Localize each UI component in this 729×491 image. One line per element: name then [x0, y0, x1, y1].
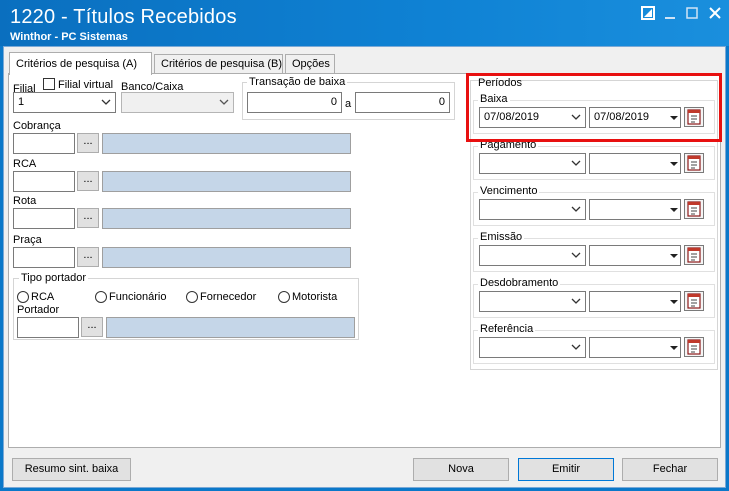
emitir-button[interactable]: Emitir	[518, 458, 614, 481]
rca-search-button[interactable]: ...	[77, 171, 99, 191]
calendar-icon[interactable]	[684, 245, 704, 265]
calendar-icon[interactable]	[684, 291, 704, 311]
periodo-referencia-label: Referência	[478, 323, 536, 335]
periodo-emissao-label: Emissão	[478, 231, 525, 243]
title-bar: 1220 - Títulos Recebidos Winthor - PC Si…	[0, 0, 729, 46]
periodo-pagamento-from[interactable]	[479, 153, 586, 174]
calendar-icon[interactable]	[684, 337, 704, 357]
tipo-portador-label: Tipo portador	[19, 272, 89, 284]
rota-code-input[interactable]	[13, 208, 75, 229]
tab-criterios-b[interactable]: Critérios de pesquisa (B)	[154, 54, 283, 74]
cobranca-label: Cobrança	[13, 120, 61, 132]
filial-virtual-label: Filial virtual	[58, 79, 114, 91]
portador-search-button[interactable]: ...	[81, 317, 103, 337]
chevron-down-icon	[571, 344, 581, 350]
cobranca-description	[102, 133, 351, 154]
radio-fornecedor[interactable]	[186, 291, 198, 303]
calendar-icon[interactable]	[684, 199, 704, 219]
portador-description	[106, 317, 355, 338]
chevron-down-icon	[571, 298, 581, 304]
periodo-desdobramento-label: Desdobramento	[478, 277, 561, 289]
praca-label: Praça	[13, 234, 42, 246]
filial-select[interactable]: 1	[13, 92, 116, 113]
app-window: 1220 - Títulos Recebidos Winthor - PC Si…	[0, 0, 729, 491]
portador-code-input[interactable]	[17, 317, 79, 338]
radio-rca-label: RCA	[31, 291, 55, 303]
rca-description	[102, 171, 351, 192]
transacao-label: Transação de baixa	[247, 76, 348, 88]
transacao-from-input[interactable]: 0	[247, 92, 342, 113]
filial-virtual-checkbox[interactable]	[43, 78, 55, 90]
tab-opcoes[interactable]: Opções	[285, 54, 335, 74]
tab-page: Filial Filial virtual 1 Banco/Caixa Tran…	[8, 73, 722, 448]
resumo-sint-baixa-button[interactable]: Resumo sint. baixa	[12, 458, 131, 481]
window-subtitle: Winthor - PC Sistemas	[10, 31, 128, 43]
banco-caixa-select[interactable]	[121, 92, 234, 113]
minimize-icon[interactable]	[661, 6, 679, 24]
praca-search-button[interactable]: ...	[77, 247, 99, 267]
praca-description	[102, 247, 351, 268]
periodo-emissao-dropdown-icon[interactable]	[668, 246, 680, 266]
portador-label: Portador	[17, 304, 60, 316]
chevron-down-icon	[101, 99, 111, 105]
client-area: Critérios de pesquisa (A) Critérios de p…	[3, 46, 726, 488]
rca-label: RCA	[13, 158, 37, 170]
radio-funcionario[interactable]	[95, 291, 107, 303]
rca-code-input[interactable]	[13, 171, 75, 192]
fechar-button[interactable]: Fechar	[622, 458, 718, 481]
radio-motorista[interactable]	[278, 291, 290, 303]
transacao-to-input[interactable]: 0	[355, 92, 450, 113]
close-icon[interactable]	[706, 6, 724, 24]
periodo-desdobramento-dropdown-icon[interactable]	[668, 292, 680, 312]
cobranca-search-button[interactable]: ...	[77, 133, 99, 153]
nova-button[interactable]: Nova	[413, 458, 509, 481]
cobranca-code-input[interactable]	[13, 133, 75, 154]
chevron-down-icon	[571, 252, 581, 258]
rota-label: Rota	[13, 195, 37, 207]
periodo-vencimento-from[interactable]	[479, 199, 586, 220]
periodo-vencimento-label: Vencimento	[478, 185, 540, 197]
tab-criterios-a[interactable]: Critérios de pesquisa (A)	[9, 52, 152, 75]
rota-description	[102, 208, 351, 229]
periodo-referencia-dropdown-icon[interactable]	[668, 338, 680, 358]
filial-value: 1	[18, 96, 25, 108]
calendar-icon[interactable]	[684, 153, 704, 173]
highlight-box	[466, 73, 722, 142]
window-title: 1220 - Títulos Recebidos	[10, 6, 237, 28]
chevron-down-icon	[571, 160, 581, 166]
periodo-desdobramento-from[interactable]	[479, 291, 586, 312]
transacao-sep: a	[345, 98, 352, 110]
radio-fornecedor-label: Fornecedor	[200, 291, 257, 303]
chevron-down-icon	[219, 99, 229, 105]
rota-search-button[interactable]: ...	[77, 208, 99, 228]
radio-rca[interactable]	[17, 291, 29, 303]
radio-funcionario-label: Funcionário	[109, 291, 167, 303]
periodo-pagamento-dropdown-icon[interactable]	[668, 154, 680, 174]
restore-icon[interactable]	[639, 6, 657, 24]
periodo-emissao-from[interactable]	[479, 245, 586, 266]
radio-motorista-label: Motorista	[292, 291, 338, 303]
chevron-down-icon	[571, 206, 581, 212]
maximize-icon[interactable]	[683, 6, 701, 24]
periodo-referencia-from[interactable]	[479, 337, 586, 358]
periodo-vencimento-dropdown-icon[interactable]	[668, 200, 680, 220]
praca-code-input[interactable]	[13, 247, 75, 268]
